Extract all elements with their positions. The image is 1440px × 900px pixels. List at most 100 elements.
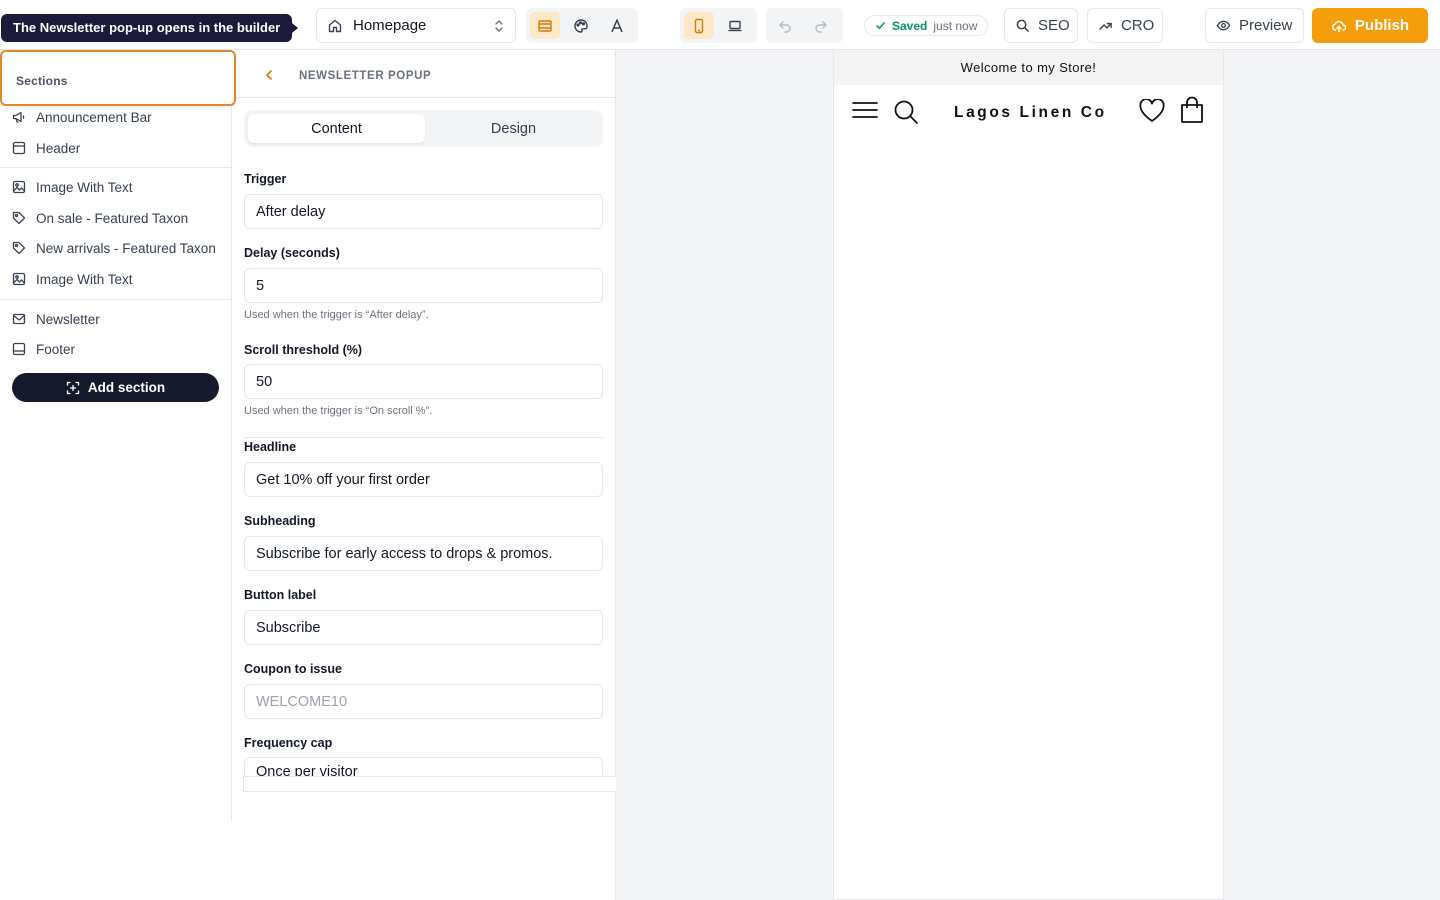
headline-input[interactable]: Get 10% off your first order <box>244 462 603 497</box>
seo-button[interactable]: SEO <box>1004 8 1078 43</box>
delay-input[interactable]: 5 <box>244 268 603 303</box>
add-section-label: Add section <box>87 380 166 395</box>
section-item-label: New arrivals - Featured Taxon <box>36 240 216 256</box>
footer-icon <box>12 342 26 356</box>
layout-icon <box>537 18 553 34</box>
panel-scroll-edge <box>243 776 616 792</box>
section-item-label: Image With Text <box>36 179 133 195</box>
eye-icon <box>1216 18 1231 33</box>
image-icon <box>12 272 26 286</box>
trending-up-icon <box>1098 18 1113 33</box>
tag-icon <box>12 241 26 255</box>
undo-button[interactable] <box>770 12 800 39</box>
chevron-updown-icon <box>493 19 505 33</box>
image-icon <box>12 180 26 194</box>
bag-icon[interactable] <box>1180 96 1204 124</box>
section-item-footer[interactable]: Footer <box>12 336 222 362</box>
menu-icon[interactable] <box>852 99 878 121</box>
laptop-icon <box>727 18 743 34</box>
save-status-time: just now <box>933 18 978 33</box>
cro-button-label: CRO <box>1121 17 1155 34</box>
button-label-input[interactable]: Subscribe <box>244 610 603 645</box>
section-item-label: Newsletter <box>36 311 100 327</box>
delay-label: Delay (seconds) <box>244 246 340 260</box>
preview-button[interactable]: Preview <box>1205 8 1304 43</box>
home-icon <box>327 18 343 34</box>
preview-canvas: Welcome to my Store! Lagos Linen Co <box>616 50 1440 900</box>
publish-button[interactable]: Publish <box>1312 8 1428 43</box>
tab-content[interactable]: Content <box>248 114 425 143</box>
section-item-header[interactable]: Header <box>12 135 222 161</box>
mail-icon <box>12 312 26 326</box>
theme-colors-button[interactable] <box>566 12 596 39</box>
undo-icon <box>777 18 793 34</box>
layout-mode-button[interactable] <box>530 12 560 39</box>
save-status-badge: Saved just now <box>864 15 989 36</box>
scroll-threshold-help-text: Used when the trigger is “On scroll %”. <box>244 405 433 417</box>
device-group <box>680 8 757 43</box>
section-item-image-with-text[interactable]: Image With Text <box>12 174 222 200</box>
sections-sidebar: Sections Announcement Bar Header Image W… <box>0 50 236 820</box>
coupon-input[interactable]: WELCOME10 <box>244 684 603 719</box>
delay-help-text: Used when the trigger is “After delay”. <box>244 309 429 321</box>
mobile-icon <box>691 18 707 34</box>
mobile-preview-frame: Welcome to my Store! Lagos Linen Co <box>833 50 1224 900</box>
cro-button[interactable]: CRO <box>1087 8 1163 43</box>
heart-icon[interactable] <box>1139 99 1165 123</box>
add-section-icon <box>66 381 80 395</box>
seo-button-label: SEO <box>1038 17 1070 34</box>
section-item-new-arrivals[interactable]: New arrivals - Featured Taxon <box>12 235 222 261</box>
section-item-label: Header <box>36 140 81 156</box>
save-status-text: Saved <box>892 18 928 33</box>
search-icon[interactable] <box>893 99 919 125</box>
editor-mode-group <box>526 8 638 43</box>
desktop-view-button[interactable] <box>720 12 750 39</box>
section-item-label: On sale - Featured Taxon <box>36 210 189 226</box>
section-item-on-sale[interactable]: On sale - Featured Taxon <box>12 205 222 231</box>
section-item-label: Footer <box>36 341 76 357</box>
store-logo-text[interactable]: Lagos Linen Co <box>954 104 1107 122</box>
settings-divider <box>244 437 603 438</box>
typography-icon <box>609 18 625 34</box>
sections-title: Sections <box>16 74 68 88</box>
preview-button-label: Preview <box>1239 17 1293 34</box>
section-item-image-with-text-2[interactable]: Image With Text <box>12 266 222 292</box>
scroll-threshold-label: Scroll threshold (%) <box>244 343 363 357</box>
section-item-newsletter[interactable]: Newsletter <box>12 306 222 332</box>
sidebar-divider <box>0 167 232 168</box>
megaphone-icon <box>12 110 26 124</box>
redo-icon <box>813 18 829 34</box>
redo-button[interactable] <box>806 12 836 39</box>
frequency-cap-label: Frequency cap <box>244 736 333 750</box>
subheading-input[interactable]: Subscribe for early access to drops & pr… <box>244 536 603 571</box>
publish-button-label: Publish <box>1354 17 1410 34</box>
announcement-bar[interactable]: Welcome to my Store! <box>834 50 1223 85</box>
tab-design[interactable]: Design <box>425 114 602 143</box>
store-header[interactable]: Lagos Linen Co <box>834 85 1223 141</box>
typography-button[interactable] <box>602 12 632 39</box>
button-label-label: Button label <box>244 588 317 602</box>
coupon-label: Coupon to issue <box>244 662 342 676</box>
settings-panel: NEWSLETTER POPUP Content Design Trigger … <box>232 50 616 900</box>
settings-header: NEWSLETTER POPUP <box>232 50 616 98</box>
section-item-label: Announcement Bar <box>36 109 152 125</box>
tag-icon <box>12 211 26 225</box>
section-item-announcement-bar[interactable]: Announcement Bar <box>12 104 222 130</box>
palette-icon <box>573 18 589 34</box>
page-selector-label: Homepage <box>353 17 427 34</box>
search-icon <box>1015 18 1030 33</box>
trigger-select[interactable]: After delay <box>244 194 603 229</box>
page-selector[interactable]: Homepage <box>316 8 516 43</box>
add-section-button[interactable]: Add section <box>12 373 219 402</box>
chevron-left-icon[interactable] <box>262 68 276 82</box>
history-group <box>766 8 843 43</box>
scroll-threshold-input[interactable]: 50 <box>244 364 603 399</box>
check-icon <box>875 20 886 31</box>
settings-tabs: Content Design <box>244 110 603 147</box>
onboarding-tooltip: The Newsletter pop-up opens in the build… <box>1 14 299 42</box>
sections-header-highlight: Sections <box>0 50 236 106</box>
mobile-view-button[interactable] <box>684 12 714 39</box>
trigger-label: Trigger <box>244 172 287 186</box>
headline-label: Headline <box>244 440 297 454</box>
subheading-label: Subheading <box>244 514 316 528</box>
